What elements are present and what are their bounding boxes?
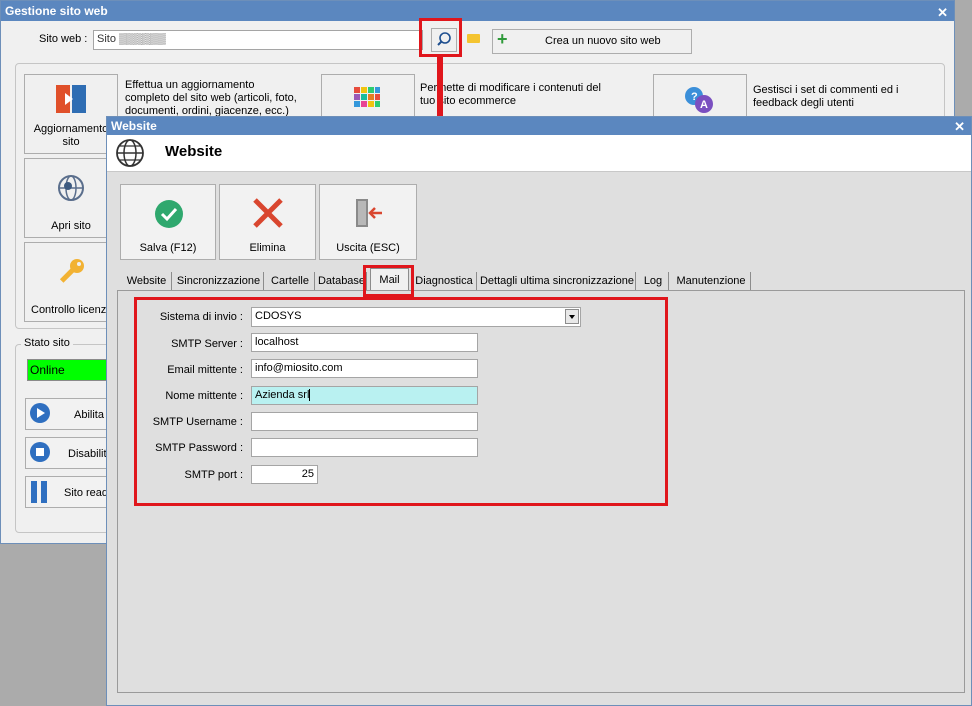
mail-tab-highlight [363, 265, 414, 297]
modify-description: Permette di modificare i contenuti del t… [420, 82, 601, 107]
exit-button[interactable]: Uscita (ESC) [319, 184, 417, 260]
back-window-titlebar[interactable]: Gestione sito web ✕ [1, 1, 954, 21]
tab-website[interactable]: Website [122, 272, 172, 290]
globe-pin-icon [58, 175, 84, 201]
update-site-button[interactable]: Aggiornamento sito [24, 74, 118, 154]
exit-label: Uscita (ESC) [336, 242, 400, 254]
new-site-button[interactable]: + Crea un nuovo sito web [492, 29, 692, 54]
folder-icon[interactable] [467, 34, 480, 43]
save-button[interactable]: Salva (F12) [120, 184, 216, 260]
website-window-title: Website [111, 119, 157, 133]
stop-icon [30, 442, 50, 462]
readonly-site-label: Sito read [64, 487, 109, 499]
tab-log[interactable]: Log [638, 272, 669, 290]
tab-manutenzione[interactable]: Manutenzione [672, 272, 751, 290]
feedback-icon: ? A [685, 87, 713, 113]
readonly-site-button[interactable]: Sito read [25, 476, 111, 508]
delete-button[interactable]: Elimina [219, 184, 316, 260]
tab-cartelle[interactable]: Cartelle [266, 272, 315, 290]
feedback-description: Gestisci i set di commenti ed i feedback… [753, 84, 899, 109]
license-check-button[interactable]: Controllo licenza [24, 242, 118, 322]
site-label: Sito web : [39, 33, 88, 45]
globe-icon [116, 139, 144, 167]
disable-site-label: Disabilit [68, 448, 107, 460]
enable-site-button[interactable]: Abilita s [25, 398, 113, 430]
play-icon [30, 403, 50, 423]
open-site-button[interactable]: Apri sito [24, 158, 118, 238]
window-header-title: Website [165, 143, 223, 160]
disable-site-button[interactable]: Disabilit [25, 437, 111, 469]
back-window-title: Gestione sito web [5, 4, 108, 18]
tab-dettagli-ultima-sincronizzazione[interactable]: Dettagli ultima sincronizzazione [479, 272, 636, 290]
search-button-highlight [419, 18, 462, 57]
license-check-label: Controllo licenza [31, 304, 113, 316]
tab-diagnostica[interactable]: Diagnostica [412, 272, 477, 290]
mail-form-highlight [134, 297, 668, 506]
update-icon [56, 85, 86, 113]
new-site-label: Crea un nuovo sito web [545, 35, 661, 47]
mosaic-icon [354, 87, 380, 107]
delete-label: Elimina [249, 242, 286, 254]
website-window-titlebar[interactable]: Website ✕ [107, 117, 971, 135]
open-site-label: Apri sito [51, 220, 91, 232]
tab-sincronizzazione[interactable]: Sincronizzazione [174, 272, 264, 290]
exit-door-icon [356, 199, 382, 227]
update-description: Effettua un aggiornamento completo del s… [125, 79, 297, 117]
website-close-icon[interactable]: ✕ [954, 118, 965, 136]
delete-x-icon [253, 198, 283, 228]
status-badge: Online [27, 359, 111, 381]
svg-text:A: A [700, 99, 708, 111]
window-header: Website [107, 135, 971, 172]
check-circle-icon [155, 200, 183, 228]
status-group-label: Stato sito [21, 337, 73, 349]
save-label: Salva (F12) [139, 242, 197, 254]
pause-icon [31, 481, 37, 503]
site-field[interactable]: Sito ▒▒▒▒▒▒ [93, 30, 423, 50]
key-icon [59, 259, 84, 283]
close-icon[interactable]: ✕ [937, 3, 948, 23]
tab-database[interactable]: Database [317, 272, 367, 290]
plus-icon: + [497, 29, 508, 49]
update-site-label: Aggiornamento sito [33, 123, 109, 148]
